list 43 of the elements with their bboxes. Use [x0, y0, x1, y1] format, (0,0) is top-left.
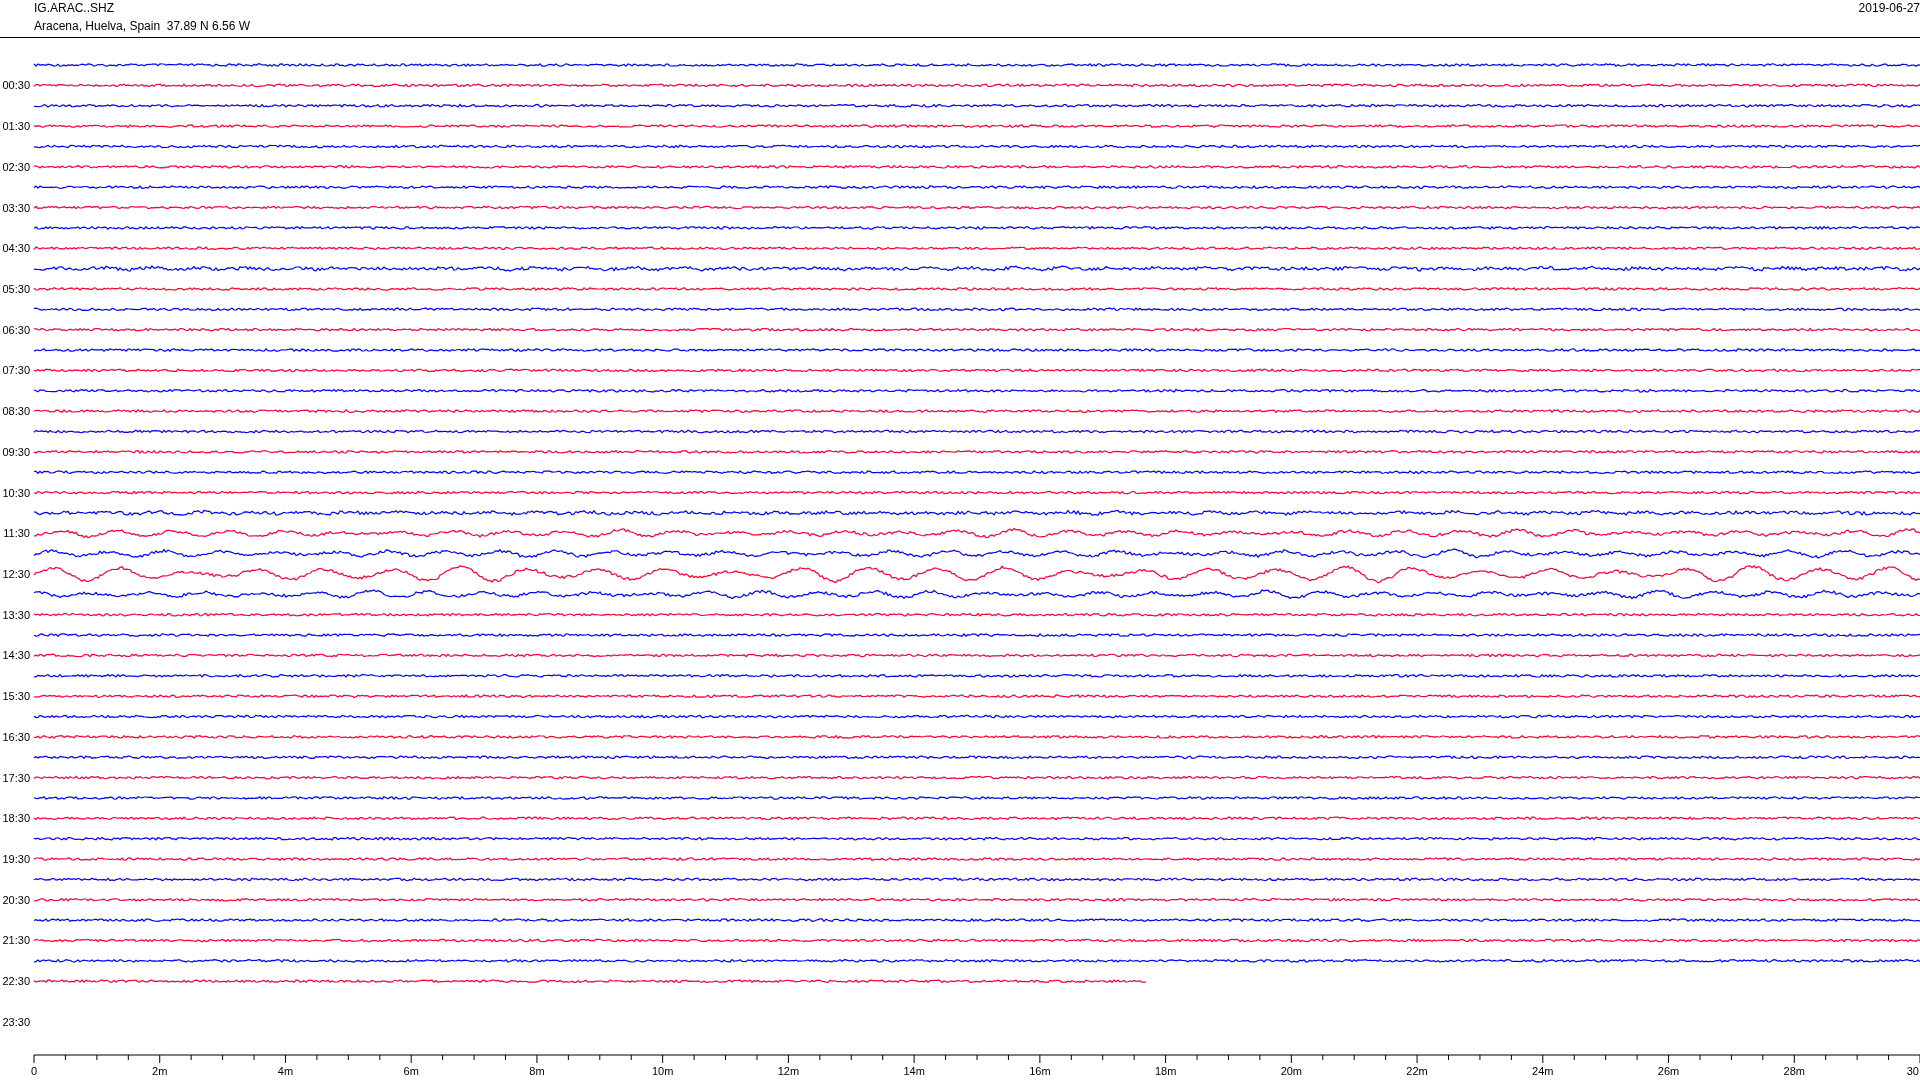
time-label: 14:30 [2, 649, 30, 662]
axis-label: 30 [1906, 1065, 1919, 1077]
time-label: 09:30 [2, 445, 30, 458]
time-label: 15:30 [2, 690, 30, 703]
time-label: 22:30 [2, 975, 30, 988]
time-label: 04:30 [2, 242, 30, 255]
date-label: 2019-06-27 [1858, 0, 1920, 17]
time-label: 07:30 [2, 364, 30, 377]
time-label: 21:30 [2, 934, 30, 947]
axis-label: 8m [529, 1065, 545, 1077]
time-label: 20:30 [2, 893, 30, 906]
time-label: 23:30 [2, 1015, 30, 1028]
time-label: 17:30 [2, 771, 30, 784]
time-label: 05:30 [2, 282, 30, 295]
time-label: 18:30 [2, 812, 30, 825]
axis-label: 12m [777, 1065, 800, 1077]
station-location: Aracena, Huelva, Spain 37.89 N 6.56 W [34, 19, 251, 33]
time-label: 01:30 [2, 120, 30, 133]
time-label: 08:30 [2, 405, 30, 418]
axis-label: 24m [1532, 1065, 1554, 1077]
axis-label: 16m [1029, 1065, 1051, 1077]
time-label: 16:30 [2, 730, 30, 743]
axis-label: 18m [1154, 1065, 1177, 1077]
time-label: 02:30 [2, 160, 30, 173]
axis-label: 14m [903, 1065, 925, 1077]
axis-label: 26m [1657, 1065, 1680, 1077]
station-title: IG.ARAC..SHZ [34, 1, 115, 15]
axis-label: 0 [30, 1065, 38, 1077]
axis-label: 20m [1280, 1065, 1303, 1077]
time-label: 19:30 [2, 853, 30, 866]
axis-label: 4m [277, 1065, 294, 1077]
time-label: 13:30 [2, 608, 30, 621]
axis-label: 22m [1406, 1065, 1428, 1077]
time-label: 11:30 [3, 527, 30, 540]
axis-label: 10m [651, 1065, 674, 1077]
axis-label: 28m [1783, 1065, 1805, 1077]
time-label: 10:30 [2, 486, 30, 499]
time-label: 00:30 [2, 79, 30, 92]
time-label: 03:30 [2, 201, 30, 214]
time-label: 12:30 [2, 568, 30, 580]
axis-label: 6m [403, 1065, 419, 1077]
axis-label: 2m [152, 1065, 168, 1077]
time-label: 06:30 [2, 323, 30, 336]
